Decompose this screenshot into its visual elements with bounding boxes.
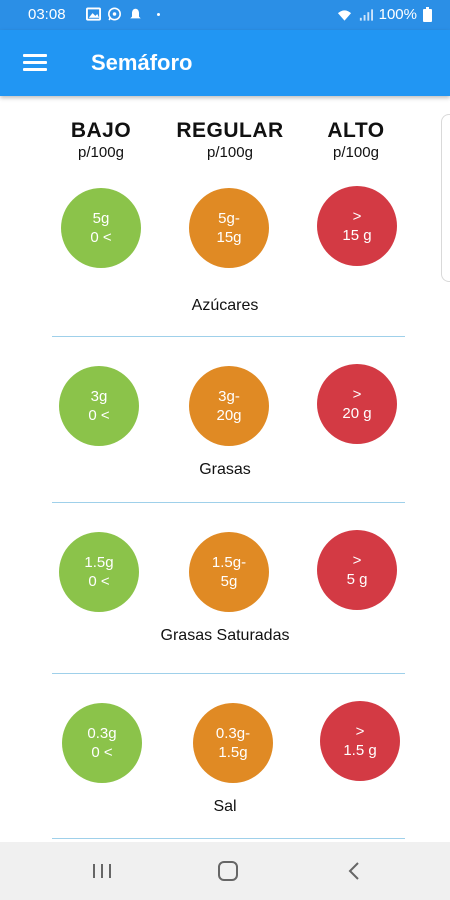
column-unit: p/100g (207, 144, 253, 161)
circle-line: 5g- (218, 210, 240, 227)
circle-line: > (352, 208, 362, 225)
circle-line: 0 < (90, 229, 112, 246)
back-icon[interactable] (334, 856, 374, 886)
signal-icon (359, 8, 373, 21)
notification-icon (130, 8, 141, 19)
bajo-circle: 1.5g 0 < (59, 532, 139, 612)
circle-line: > (352, 552, 362, 569)
circle-line: 1.5g- (211, 554, 247, 571)
recents-icon[interactable] (82, 856, 122, 886)
bajo-circle: 5g 0 < (61, 188, 141, 268)
hamburger-menu-icon[interactable] (16, 47, 54, 79)
circle-line: 1.5 g (343, 742, 377, 759)
circle-line: 20 g (342, 405, 372, 422)
column-heading: ALTO (327, 119, 385, 142)
circle-line: 15g (216, 229, 242, 246)
circle-line: 3g (90, 388, 108, 405)
regular-circle: 0.3g- 1.5g (193, 703, 273, 783)
alto-circle: > 15 g (317, 186, 397, 266)
circle-line: 5 g (346, 571, 368, 588)
nutrient-label: Grasas Saturadas (160, 627, 290, 644)
battery-icon (423, 7, 432, 22)
regular-circle: 1.5g- 5g (189, 532, 269, 612)
column-header-alto: ALTO p/100g (286, 119, 426, 161)
column-unit: p/100g (333, 144, 379, 161)
divider (52, 502, 405, 503)
circle-line: 0.3g (87, 725, 117, 742)
column-heading: BAJO (70, 119, 132, 142)
circle-line: 15 g (342, 227, 372, 244)
column-unit: p/100g (78, 144, 124, 161)
circle-line: 5g (92, 210, 110, 227)
circle-line: 5g (220, 573, 238, 590)
column-header-regular: REGULAR p/100g (160, 119, 300, 161)
circle-line: 20g (216, 407, 242, 424)
whatsapp-icon (108, 7, 121, 21)
column-heading: REGULAR (176, 119, 284, 142)
circle-line: 1.5g (218, 744, 248, 761)
status-time: 03:08 (28, 6, 66, 23)
circle-line: 0 < (88, 573, 110, 590)
bajo-circle: 3g 0 < (59, 366, 139, 446)
bajo-circle: 0.3g 0 < (62, 703, 142, 783)
side-panel-handle[interactable] (441, 114, 450, 282)
regular-circle: 5g- 15g (189, 188, 269, 268)
wifi-icon (337, 9, 351, 21)
column-header-bajo: BAJO p/100g (31, 119, 171, 161)
regular-circle: 3g- 20g (189, 366, 269, 446)
app-bar: Semáforo (0, 30, 450, 96)
traffic-light-table[interactable]: BAJO p/100g REGULAR p/100g ALTO p/100g 5… (0, 96, 450, 842)
nutrient-label: Grasas (199, 461, 251, 478)
nutrient-label: Sal (213, 798, 237, 815)
alto-circle: > 5 g (317, 530, 397, 610)
status-bar: 03:08 100% (0, 0, 450, 30)
divider (52, 673, 405, 674)
circle-line: 0 < (91, 744, 113, 761)
circle-line: 3g- (218, 388, 240, 405)
system-nav-bar (0, 842, 450, 900)
image-icon (86, 7, 101, 21)
circle-line: > (352, 386, 362, 403)
alto-circle: > 1.5 g (320, 701, 400, 781)
circle-line: 0 < (88, 407, 110, 424)
alto-circle: > 20 g (317, 364, 397, 444)
nutrient-label: Azúcares (191, 297, 259, 314)
circle-line: > (355, 723, 365, 740)
home-icon[interactable] (208, 856, 248, 886)
battery-level: 100% (378, 6, 417, 23)
more-notifications-dot (157, 12, 160, 16)
circle-line: 1.5g (84, 554, 114, 571)
divider (52, 838, 405, 839)
page-title: Semáforo (91, 50, 193, 75)
divider (52, 336, 405, 337)
circle-line: 0.3g- (215, 725, 251, 742)
